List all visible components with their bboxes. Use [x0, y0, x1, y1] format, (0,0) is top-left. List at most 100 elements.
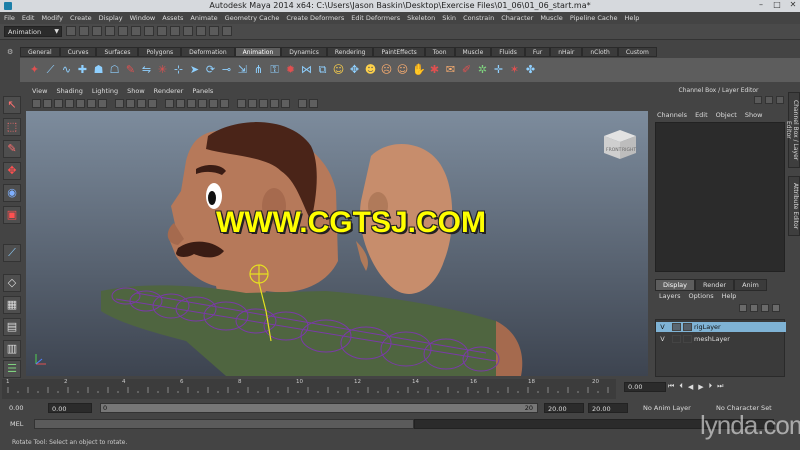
history-icon[interactable]: [183, 26, 193, 36]
orient-constraint-icon[interactable]: ⟳: [204, 61, 217, 78]
viewport-menu-renderer[interactable]: Renderer: [154, 87, 184, 95]
orient-joint-icon[interactable]: ✳: [156, 61, 169, 78]
render-icon[interactable]: [196, 26, 206, 36]
lights-icon[interactable]: [209, 98, 218, 108]
viewcube[interactable]: FRONT RIGHT: [600, 126, 638, 160]
menu-character[interactable]: Character: [501, 14, 533, 22]
wrap-deformer-icon[interactable]: ✱: [428, 61, 441, 78]
menu-create-deformers[interactable]: Create Deformers: [286, 14, 344, 22]
hand-icon[interactable]: ✋: [412, 61, 426, 78]
layout-two-icon[interactable]: ▤: [3, 318, 21, 336]
viewport-menu-view[interactable]: View: [32, 87, 47, 95]
bookmark-icon[interactable]: [54, 98, 63, 108]
scale-constraint-icon[interactable]: ⇲: [236, 61, 249, 78]
menu-display[interactable]: Display: [99, 14, 123, 22]
go-to-start-icon[interactable]: ⏮: [668, 382, 674, 391]
resolution-gate-icon[interactable]: [98, 98, 107, 108]
select-component-icon[interactable]: [131, 26, 141, 36]
channel-menu-show[interactable]: Show: [745, 111, 763, 119]
layout-persp-outliner-icon[interactable]: ▥: [3, 340, 21, 358]
shelf-tab-painteffects[interactable]: PaintEffects: [373, 47, 425, 57]
menu-create[interactable]: Create: [70, 14, 92, 22]
smooth-shade-icon[interactable]: [176, 98, 185, 108]
layer-color-swatch[interactable]: [683, 323, 692, 331]
locator-icon[interactable]: ✛: [492, 61, 505, 78]
parent-constraint-icon[interactable]: ⊸: [220, 61, 233, 78]
wireframe-on-shaded-icon[interactable]: [187, 98, 196, 108]
layer-menu-help[interactable]: Help: [722, 292, 737, 300]
menu-modify[interactable]: Modify: [41, 14, 63, 22]
shelf-gear-icon[interactable]: ⚙: [7, 48, 15, 56]
side-tab-channel-box[interactable]: Channel Box / Layer Editor: [785, 92, 800, 168]
move-layer-up-icon[interactable]: [739, 304, 747, 312]
new-layer-from-selection-icon[interactable]: [772, 304, 780, 312]
combined-view-icon[interactable]: [776, 96, 784, 104]
shelf-tab-general[interactable]: General: [20, 47, 60, 57]
safe-title-icon[interactable]: [148, 98, 157, 108]
open-scene-icon[interactable]: [79, 26, 89, 36]
layer-menu-layers[interactable]: Layers: [659, 292, 681, 300]
paint-select-icon[interactable]: ✎: [3, 140, 21, 158]
play-backwards-icon[interactable]: ◀: [688, 383, 693, 391]
trax-editor-icon[interactable]: ✥: [348, 61, 361, 78]
camera-attributes-icon[interactable]: [43, 98, 52, 108]
menu-skeleton[interactable]: Skeleton: [407, 14, 435, 22]
point-constraint-icon[interactable]: ⊹: [172, 61, 185, 78]
character-set-icon[interactable]: ☺: [332, 61, 345, 78]
viewcube-front-label[interactable]: FRONT: [606, 147, 622, 153]
new-scene-icon[interactable]: [66, 26, 76, 36]
playback-start-field[interactable]: 0.00: [48, 403, 92, 413]
go-to-end-icon[interactable]: ⏭: [717, 382, 723, 391]
layer-row[interactable]: V rigLayer: [656, 322, 786, 332]
set-key-icon[interactable]: ⚿: [268, 61, 281, 78]
shelf-tab-ncloth[interactable]: nCloth: [582, 47, 618, 57]
ik-handle-icon[interactable]: ⟋: [44, 61, 57, 78]
step-back-frame-icon[interactable]: ⏴: [679, 382, 683, 391]
minimize-button[interactable]: –: [756, 0, 766, 9]
shelf-tab-curves[interactable]: Curves: [59, 47, 97, 57]
shelf-tab-dynamics[interactable]: Dynamics: [281, 47, 327, 57]
menu-edit[interactable]: Edit: [22, 14, 35, 22]
layer-visibility-toggle[interactable]: V: [659, 323, 666, 331]
cluster-icon[interactable]: ✉: [444, 61, 457, 78]
shelf-tab-surfaces[interactable]: Surfaces: [96, 47, 139, 57]
gate-mask-icon[interactable]: [115, 98, 124, 108]
ambient-occlusion-icon[interactable]: [270, 98, 279, 108]
rig-control-icon[interactable]: ✤: [524, 61, 537, 78]
field-chart-icon[interactable]: [126, 98, 135, 108]
time-slider[interactable]: 1 2 4 6 8 10 12 14 16 18 20: [2, 379, 616, 399]
pole-vector-icon[interactable]: ⋔: [252, 61, 265, 78]
safe-action-icon[interactable]: [137, 98, 146, 108]
new-layer-icon[interactable]: [761, 304, 769, 312]
shelf-tab-rendering[interactable]: Rendering: [326, 47, 374, 57]
shelf-tab-deformation[interactable]: Deformation: [181, 47, 235, 57]
viewcube-right-label[interactable]: RIGHT: [622, 147, 636, 153]
shelf-tab-polygons[interactable]: Polygons: [138, 47, 182, 57]
menu-window[interactable]: Window: [130, 14, 156, 22]
layout-four-icon[interactable]: ▦: [3, 296, 21, 314]
skeleton-icon[interactable]: ✚: [76, 61, 89, 78]
play-forwards-icon[interactable]: ▶: [698, 383, 703, 391]
channel-box-toggle-icon[interactable]: [754, 96, 762, 104]
menu-pipeline-cache[interactable]: Pipeline Cache: [570, 14, 618, 22]
command-input[interactable]: [34, 419, 414, 429]
step-forward-frame-icon[interactable]: ⏵: [709, 382, 713, 391]
channel-menu-edit[interactable]: Edit: [695, 111, 708, 119]
shelf-tab-toon[interactable]: Toon: [424, 47, 455, 57]
shelf-tab-fluids[interactable]: Fluids: [491, 47, 525, 57]
motion-blur-icon[interactable]: [281, 98, 290, 108]
select-camera-icon[interactable]: [32, 98, 41, 108]
depth-of-field-icon[interactable]: [309, 98, 318, 108]
start-time-field[interactable]: 0.00: [6, 403, 44, 413]
anti-alias-icon[interactable]: [298, 98, 307, 108]
rotate-tool-icon[interactable]: ◉: [3, 184, 21, 202]
playback-end-field[interactable]: 20.00: [544, 403, 584, 413]
menu-geometry-cache[interactable]: Geometry Cache: [225, 14, 280, 22]
lattice-icon[interactable]: ✲: [476, 61, 489, 78]
lasso-tool-icon[interactable]: ⬚: [3, 118, 21, 136]
channel-menu-object[interactable]: Object: [716, 111, 737, 119]
layer-editor-toggle-icon[interactable]: [765, 96, 773, 104]
mirror-joint-icon[interactable]: ⇋: [140, 61, 153, 78]
set-driven-key-icon[interactable]: ✹: [284, 61, 297, 78]
layer-display-type-toggle[interactable]: [672, 335, 681, 343]
